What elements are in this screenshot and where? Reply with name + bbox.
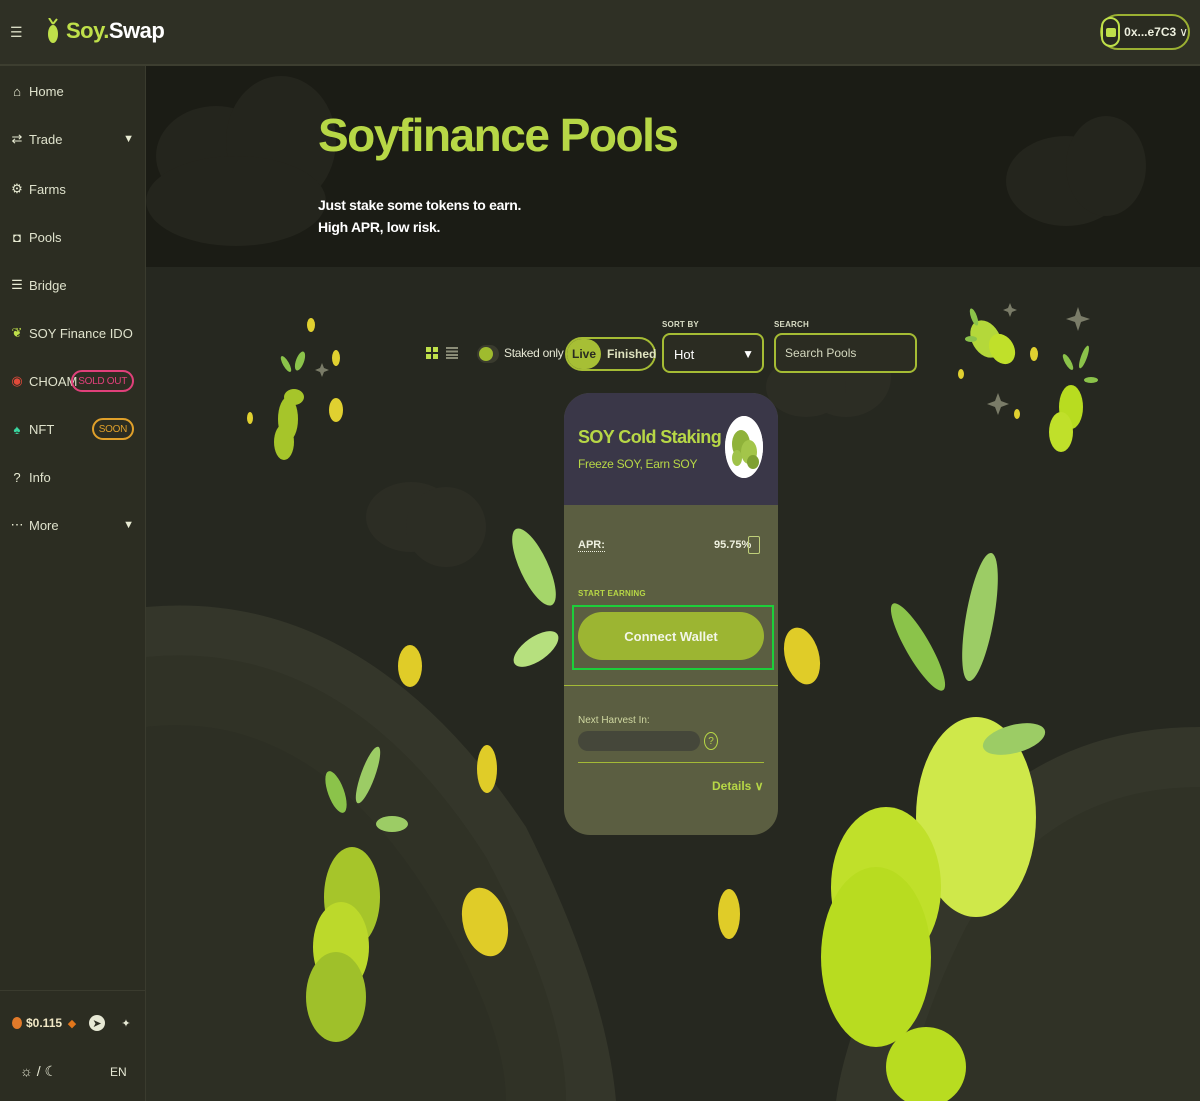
sidebar-item-label: CHOAM	[29, 373, 78, 389]
logo-text: Soy.Swap	[66, 18, 165, 43]
caret-down-icon: ▼	[123, 519, 134, 531]
pool-card-header: SOY Cold Staking Freeze SOY, Earn SOY	[564, 393, 778, 505]
apr-label[interactable]: APR:	[578, 539, 605, 552]
sold-out-badge: SOLD OUT	[71, 370, 134, 392]
sidebar-footer: $0.115 ◆ ➤ ✦ ☼ / ☾ EN	[0, 990, 146, 1101]
live-finished-switch: Live Finished	[565, 337, 656, 371]
cloud-decoration	[146, 156, 326, 246]
sidebar-item-bridge[interactable]: ☰ Bridge	[0, 268, 146, 302]
wallet-icon	[1101, 17, 1121, 47]
tractor-icon: ⚙	[11, 181, 23, 196]
caret-down-icon: ▼	[742, 347, 754, 361]
search-label: SEARCH	[774, 320, 809, 329]
choam-icon: ◉	[11, 373, 23, 388]
cloud-decoration	[1066, 116, 1146, 216]
sidebar-item-label: NFT	[29, 421, 55, 437]
hero-banner: Soyfinance Pools Just stake some tokens …	[146, 66, 1200, 267]
home-icon: ⌂	[13, 83, 21, 99]
next-harvest-placeholder	[578, 731, 700, 751]
sort-value: Hot	[674, 347, 695, 362]
pool-card: SOY Cold Staking Freeze SOY, Earn SOY AP…	[564, 393, 778, 835]
chevron-down-icon: ∨	[1179, 25, 1188, 39]
divider	[564, 685, 778, 686]
sidebar: ⌂ Home ⇄ Trade ▼ ⚙ Farms ◘ Pools ☰ Bridg…	[0, 66, 146, 1101]
sidebar-item-choam[interactable]: ◉ CHOAM SOLD OUT	[0, 364, 146, 398]
swap-icon: ⇄	[11, 131, 23, 146]
apr-value: 95.75%	[714, 539, 752, 551]
pool-title: SOY Cold Staking	[578, 427, 722, 447]
page-title: Soyfinance Pools	[318, 109, 679, 161]
sidebar-item-soy-ido[interactable]: ❦ SOY Finance IDO	[0, 316, 146, 350]
sort-select[interactable]: Hot ▼	[662, 333, 764, 373]
sidebar-item-label: Farms	[29, 181, 66, 197]
sidebar-item-more[interactable]: ⋯ More ▼	[0, 508, 146, 542]
sidebar-item-trade[interactable]: ⇄ Trade ▼	[0, 122, 146, 156]
language-selector[interactable]: EN	[110, 1065, 127, 1079]
sidebar-item-label: Home	[29, 83, 64, 99]
sidebar-item-label: Info	[29, 469, 51, 485]
twitter-icon[interactable]: ✦	[118, 1015, 134, 1031]
sidebar-item-nft[interactable]: ♠ NFT SOON	[0, 412, 146, 446]
list-view-icon[interactable]	[446, 347, 458, 359]
question-icon: ?	[13, 469, 21, 485]
sidebar-item-label: Trade	[29, 131, 63, 147]
sidebar-item-label: Pools	[29, 229, 62, 245]
bridge-icon: ☰	[11, 277, 23, 292]
soy-token-icon	[725, 416, 763, 478]
soy-coin-icon	[12, 1017, 22, 1029]
tab-live[interactable]: Live	[567, 339, 601, 369]
sidebar-item-label: More	[29, 517, 59, 533]
sidebar-item-info[interactable]: ? Info	[0, 460, 146, 494]
grid-view-icon[interactable]	[426, 347, 438, 359]
details-toggle[interactable]: Details ∨	[712, 779, 764, 793]
pool-subtitle: Freeze SOY, Earn SOY	[578, 457, 698, 471]
sidebar-item-label: SOY Finance IDO	[29, 325, 133, 341]
dots-icon: ⋯	[10, 517, 24, 532]
menu-toggle-icon[interactable]: ☰	[10, 24, 26, 40]
telegram-icon[interactable]: ➤	[89, 1015, 105, 1031]
connect-wallet-button[interactable]: Connect Wallet	[578, 612, 764, 660]
sidebar-item-farms[interactable]: ⚙ Farms	[0, 172, 146, 206]
divider	[578, 762, 764, 763]
soy-leaf-icon	[48, 18, 58, 43]
caret-down-icon: ▼	[123, 133, 134, 145]
next-harvest-label: Next Harvest In:	[578, 715, 650, 726]
sort-by-label: SORT BY	[662, 320, 699, 329]
calculator-icon[interactable]	[748, 536, 760, 554]
metamask-icon[interactable]: ◆	[64, 1015, 80, 1031]
help-icon[interactable]: ?	[704, 732, 718, 750]
sidebar-item-pools[interactable]: ◘ Pools	[0, 220, 146, 254]
nft-icon: ♠	[13, 421, 21, 437]
top-bar: ☰ Soy.Swap 0x...e7C3 ∨	[0, 0, 1200, 66]
tab-finished[interactable]: Finished	[607, 339, 656, 369]
soy-price[interactable]: $0.115	[12, 1016, 62, 1030]
soon-badge: SOON	[91, 418, 134, 440]
jar-icon: ◘	[13, 229, 21, 245]
logo[interactable]: Soy.Swap	[46, 18, 165, 44]
wallet-address: 0x...e7C3	[1124, 25, 1177, 39]
staked-only-label: Staked only	[504, 346, 564, 360]
chevron-down-icon: ∨	[754, 779, 764, 793]
search-input[interactable]	[774, 333, 917, 373]
start-earning-label: START EARNING	[578, 589, 646, 598]
sidebar-item-label: Bridge	[29, 277, 67, 293]
theme-toggle[interactable]: ☼ / ☾	[20, 1063, 57, 1080]
soy-icon: ❦	[11, 325, 23, 340]
page-subtitle: Just stake some tokens to earn. High APR…	[318, 197, 522, 235]
staked-only-toggle[interactable]	[477, 345, 499, 363]
wallet-button[interactable]: 0x...e7C3 ∨	[1100, 14, 1190, 50]
sidebar-item-home[interactable]: ⌂ Home	[0, 74, 146, 108]
